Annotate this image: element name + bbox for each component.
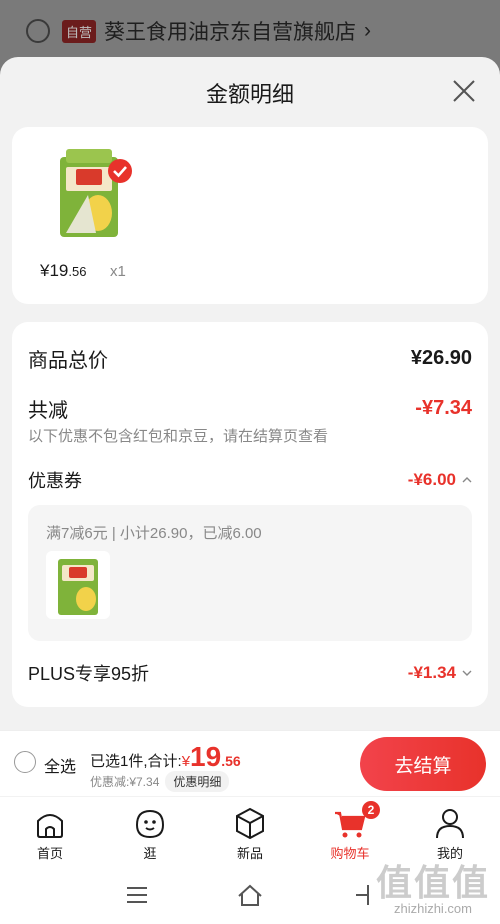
plus-discount-value: -¥1.34: [407, 663, 456, 682]
coupon-value-wrap[interactable]: -¥6.00: [408, 470, 472, 490]
bottom-nav: 首页 逛 新品 2 购物车 我的: [0, 797, 500, 865]
profile-icon: [436, 809, 464, 839]
reduction-value: -¥7.34: [415, 397, 472, 419]
close-icon[interactable]: [450, 77, 478, 105]
plus-discount-label: PLUS专享95折: [28, 664, 150, 684]
coupon-label: 优惠券: [28, 471, 82, 491]
nav-label-cart: 购物车: [330, 846, 370, 861]
store-name: 葵王食用油京东自营旗舰店: [104, 21, 357, 44]
nav-label-new: 新品: [236, 846, 263, 861]
reduction-label: 共减: [28, 400, 68, 422]
home-button-icon[interactable]: [235, 880, 265, 910]
discount-text: 优惠减:¥7.34: [90, 775, 160, 789]
discount-line: 优惠减:¥7.34 优惠明细: [90, 771, 230, 792]
nav-item-browse[interactable]: 逛: [100, 797, 200, 865]
product-price-main: ¥19: [40, 261, 69, 280]
product-price: ¥19.56: [40, 261, 86, 281]
select-all-label[interactable]: 全选: [44, 753, 76, 777]
new-box-icon: [236, 807, 264, 840]
coupon-product-thumb: [46, 551, 110, 619]
back-icon[interactable]: [348, 880, 378, 910]
coupon-row[interactable]: 优惠券 -¥6.00: [28, 467, 472, 493]
watermark-url: zhizhizhi.com: [393, 901, 472, 916]
background-store-row: 自营 葵王食用油京东自营旗舰店 ›: [0, 0, 500, 62]
coupon-value: -¥6.00: [407, 470, 456, 489]
reduction-row: 共减 -¥7.34: [28, 394, 472, 423]
price-detail-card: 商品总价 ¥26.90 共减 -¥7.34 以下优惠不包含红包和京豆，请在结算页…: [12, 322, 488, 707]
checkout-button[interactable]: 去结算: [360, 737, 486, 791]
summary-prefix: 已选1件,合计:: [90, 753, 182, 770]
coupon-detail-box: 满7减6元 | 小计26.90，已减6.00: [28, 505, 472, 641]
select-all-radio[interactable]: [14, 751, 36, 773]
nav-item-home[interactable]: 首页: [0, 797, 100, 865]
cart-count-badge: 2: [362, 801, 380, 819]
total-main: 19: [190, 741, 222, 772]
sheet-title: 金额明细: [205, 82, 294, 107]
reduction-note: 以下优惠不包含红包和京豆，请在结算页查看: [28, 428, 329, 445]
store-arrow: ›: [364, 19, 372, 42]
product-price-cents: .56: [68, 264, 87, 279]
menu-icon[interactable]: [122, 880, 152, 910]
plus-discount-value-wrap[interactable]: -¥1.34: [408, 663, 472, 683]
nav-item-new[interactable]: 新品: [200, 797, 300, 865]
coupon-rule: 满7减6元 | 小计26.90，已减6.00: [46, 525, 262, 542]
watermark-logo: 值值值: [375, 862, 490, 903]
home-icon: [37, 814, 63, 838]
total-cents: .56: [221, 753, 241, 769]
total-currency: ¥: [181, 753, 191, 770]
checkout-summary: 已选1件,合计:¥19.56: [90, 741, 241, 773]
nav-item-profile[interactable]: 我的: [400, 797, 500, 865]
total-price-value: ¥26.90: [410, 347, 472, 369]
nav-label-profile: 我的: [436, 846, 463, 861]
site-watermark: 值值值 zhizhizhi.com: [375, 862, 490, 917]
product-quantity: x1: [110, 263, 126, 280]
amount-detail-sheet: 金额明细 ¥19.56 x1 商品总价 ¥26.90 共减 -¥7.34 以下优…: [0, 57, 500, 799]
browse-face-icon: [135, 809, 165, 839]
plus-discount-row[interactable]: PLUS专享95折 -¥1.34: [28, 660, 472, 686]
checkout-bar: 全选 已选1件,合计:¥19.56 优惠减:¥7.34 优惠明细 去结算: [0, 730, 500, 796]
coupon-product-image: [58, 559, 98, 615]
total-price-row: 商品总价 ¥26.90: [28, 344, 472, 373]
total-price-label: 商品总价: [28, 350, 108, 372]
chevron-up-icon: [462, 477, 472, 483]
store-select-radio: [26, 19, 50, 43]
nav-label-browse: 逛: [143, 846, 157, 861]
chevron-down-icon: [462, 670, 472, 676]
product-card: ¥19.56 x1: [12, 127, 488, 304]
discount-detail-chip[interactable]: 优惠明细: [165, 771, 230, 792]
nav-item-cart[interactable]: 2 购物车: [300, 797, 400, 865]
nav-label-home: 首页: [36, 846, 63, 861]
self-operated-badge: 自营: [62, 19, 97, 43]
selected-check-icon: [108, 159, 132, 183]
